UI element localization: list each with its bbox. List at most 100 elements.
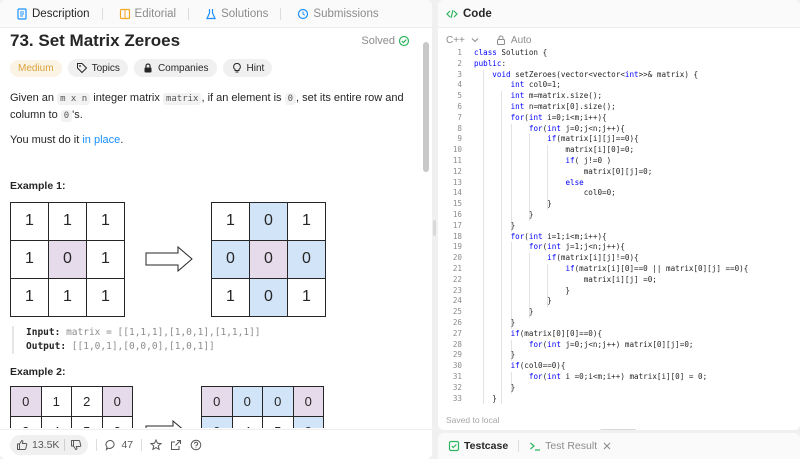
thumbs-up-icon xyxy=(16,439,28,451)
terminal-icon xyxy=(529,440,541,452)
tab-test-result[interactable]: Test Result xyxy=(529,440,613,452)
inline-code: 0 xyxy=(284,93,297,105)
dislike-button[interactable] xyxy=(70,439,82,451)
app-root: Description Editorial Solutions Submissi… xyxy=(0,0,800,459)
code-line: for(int i =0;i<m;i++) matrix[i][0] = 0; xyxy=(528,372,708,381)
problem-content: 73. Set Matrix Zeroes Solved Medium Topi… xyxy=(0,28,420,428)
code-line: } xyxy=(474,285,571,295)
solved-status: Solved xyxy=(361,35,410,47)
inline-code: matrix xyxy=(162,93,202,105)
matrix-cell: 5 xyxy=(71,416,103,428)
tab-testcase[interactable]: Testcase xyxy=(448,440,508,452)
checkbox-icon xyxy=(448,440,460,452)
tab-submissions[interactable]: Submissions xyxy=(289,0,386,28)
companies-chip[interactable]: Companies xyxy=(133,59,217,77)
line-number: 23 xyxy=(452,285,462,295)
code-line: for(int j=0;j<n;j++){ xyxy=(528,123,625,133)
code-line: } xyxy=(474,318,516,327)
matrix-cell: 1 xyxy=(86,201,125,241)
code-line: if( j!=0 ) xyxy=(565,156,612,165)
language-select[interactable]: C++ xyxy=(446,34,481,46)
topics-label: Topics xyxy=(91,62,120,74)
code-line: for(int j=0;j<n;j++) matrix[0][j]=0; xyxy=(528,339,694,349)
companies-label: Companies xyxy=(157,62,209,74)
desc-text: . xyxy=(120,134,124,146)
description-scrollbar[interactable] xyxy=(423,42,429,172)
desc-text: , if an element is xyxy=(201,92,285,104)
editor-resize-handle[interactable] xyxy=(600,429,636,430)
matrix-cell: 0 xyxy=(287,239,326,279)
problem-action-bar: 13.5K 47 xyxy=(0,429,432,459)
line-number: 7 xyxy=(457,112,462,122)
chevron-down-icon xyxy=(469,34,481,46)
tab-description[interactable]: Description xyxy=(8,0,111,28)
code-panel-title: Code xyxy=(463,7,492,20)
testcase-label: Testcase xyxy=(464,440,509,452)
line-number: 27 xyxy=(452,328,462,338)
solved-label: Solved xyxy=(361,35,395,47)
matrix-cell: 1 xyxy=(211,201,250,241)
difficulty-badge: Medium xyxy=(10,59,62,77)
topics-chip[interactable]: Topics xyxy=(67,59,128,77)
tab-description-label: Description xyxy=(32,7,90,20)
line-number: 21 xyxy=(452,264,462,273)
help-button[interactable] xyxy=(190,439,202,451)
line-number: 14 xyxy=(452,188,462,198)
problem-description: Given an m x n integer matrix matrix, if… xyxy=(10,90,410,124)
input-value: matrix = [[1,1,1],[1,0,1],[1,1,1]] xyxy=(66,327,261,338)
comment-count: 47 xyxy=(121,438,134,451)
tab-solutions[interactable]: Solutions xyxy=(197,0,289,28)
matrix-cell: 2 xyxy=(71,386,103,417)
line-number: 3 xyxy=(457,69,462,79)
code-line: } xyxy=(474,210,534,219)
tab-separator xyxy=(280,7,282,20)
matrix-cell: 1 xyxy=(48,201,87,241)
code-line: class Solution { xyxy=(474,48,548,57)
comments-button[interactable]: 47 xyxy=(105,439,133,451)
example-2-input-matrix: 0120 3452 xyxy=(10,386,133,428)
matrix-cell: 0 xyxy=(249,201,288,241)
example-2-output-matrix: 0000 0450 xyxy=(201,386,324,428)
code-line: for(int i=1;i<m;i++){ xyxy=(510,231,607,241)
test-result-label: Test Result xyxy=(545,440,598,452)
code-editor[interactable]: 1 class Solution {2 public: 3 void setZeroe… xyxy=(438,48,800,404)
matrix-cell: 1 xyxy=(10,277,49,317)
share-button[interactable] xyxy=(170,439,182,451)
code-line: matrix[i][j] =0; xyxy=(474,274,657,284)
tab-editorial[interactable]: Editorial xyxy=(111,0,198,28)
matrix-cell: 1 xyxy=(86,277,125,317)
matrix-cell: 0 xyxy=(292,386,324,417)
line-number: 11 xyxy=(452,156,462,165)
line-number: 30 xyxy=(452,361,462,371)
like-button[interactable]: 13.5K xyxy=(16,439,59,451)
line-number: 28 xyxy=(452,339,462,349)
line-number: 25 xyxy=(452,307,462,317)
code-line: } xyxy=(474,199,552,209)
code-line: } xyxy=(474,393,497,403)
line-number: 24 xyxy=(452,296,462,306)
like-count: 13.5K xyxy=(32,438,60,451)
flask-icon xyxy=(205,8,217,20)
console-tab-bar: Testcase Test Result xyxy=(438,433,800,459)
tab-separator xyxy=(101,7,103,20)
hint-label: Hint xyxy=(246,62,265,74)
desc-text: Given an xyxy=(10,92,58,104)
page-title[interactable]: 73. Set Matrix Zeroes xyxy=(10,31,180,51)
code-line: col0=0; xyxy=(474,188,616,198)
matrix-cell: 0 xyxy=(201,416,233,428)
favorite-button[interactable] xyxy=(150,438,163,451)
matrix-cell: 0 xyxy=(101,386,133,417)
code-line: public: xyxy=(474,58,507,68)
line-number: 19 xyxy=(452,242,462,252)
auto-mode-toggle[interactable]: Auto xyxy=(495,34,531,46)
pill-divider xyxy=(64,438,66,451)
panel-resize-handle[interactable] xyxy=(433,220,436,236)
line-number: 10 xyxy=(452,145,462,155)
in-place-link[interactable]: in place xyxy=(82,134,120,146)
matrix-cell: 1 xyxy=(211,277,250,317)
hint-chip[interactable]: Hint xyxy=(222,59,273,77)
share-icon xyxy=(170,439,182,451)
line-number: 33 xyxy=(452,393,462,403)
tab-separator xyxy=(518,440,520,452)
close-icon[interactable] xyxy=(601,440,613,452)
